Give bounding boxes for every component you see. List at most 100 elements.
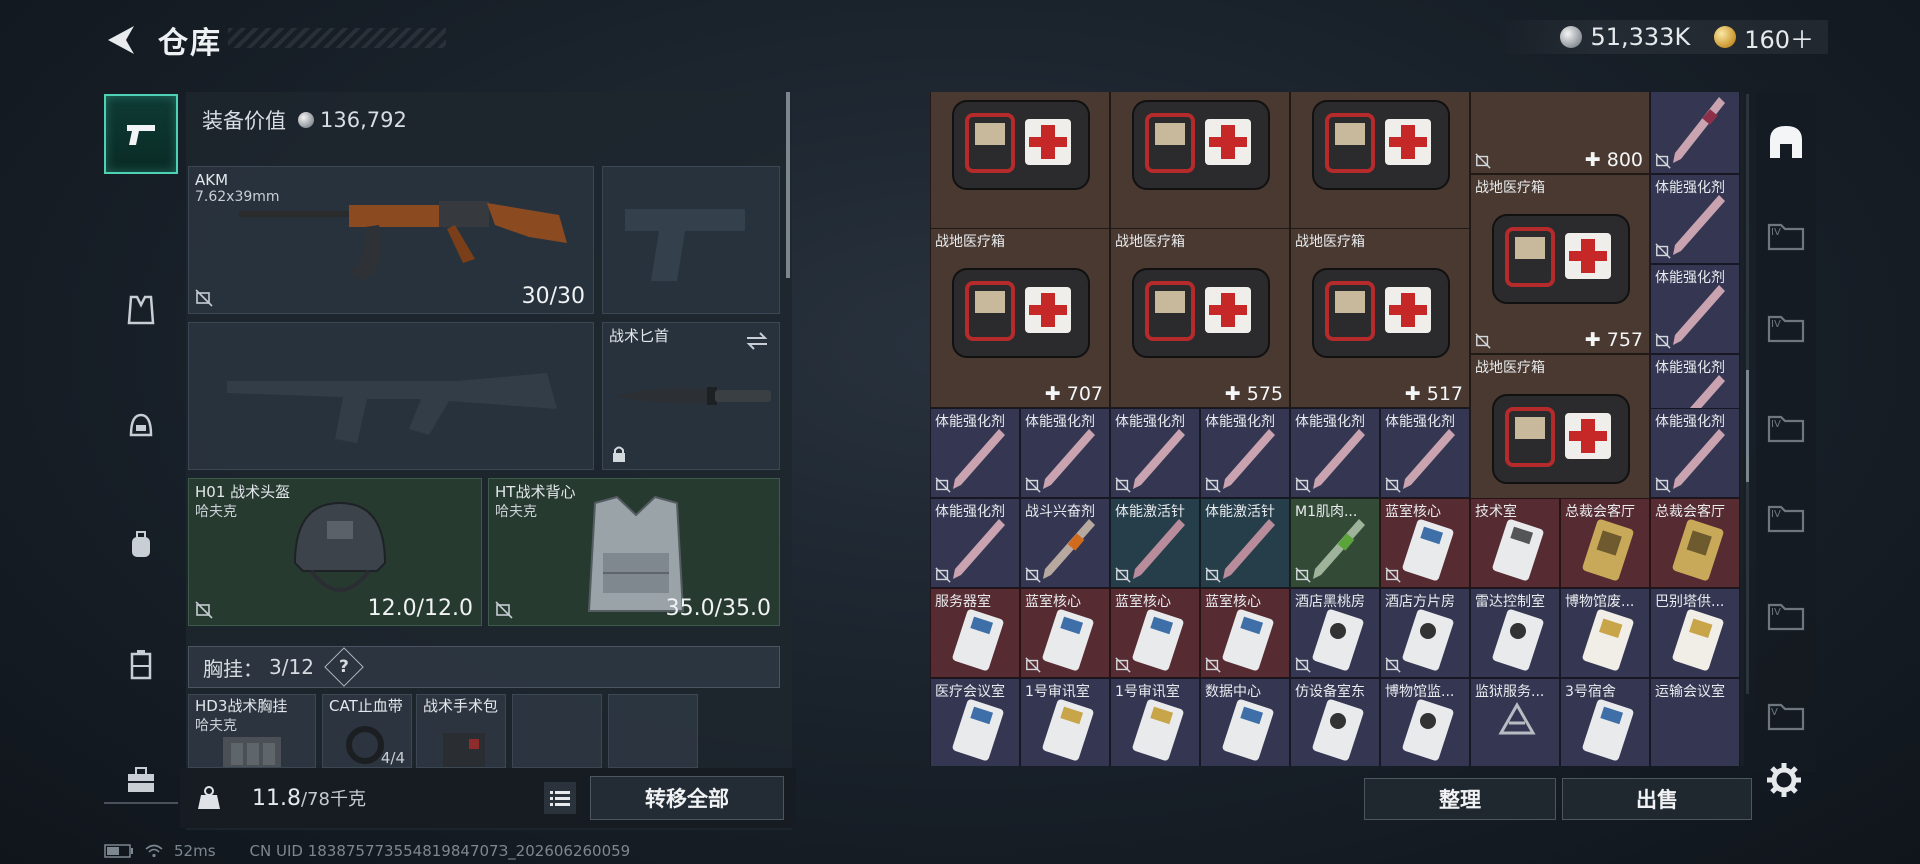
inventory-item[interactable]: 体能强化剂 xyxy=(1650,174,1740,264)
tab-armor[interactable] xyxy=(104,270,178,350)
inventory-item[interactable]: 技术室 xyxy=(1470,498,1560,588)
sell-button[interactable]: 出售 xyxy=(1562,778,1752,820)
swap-icon[interactable] xyxy=(745,331,769,351)
settings-button[interactable] xyxy=(1764,760,1804,800)
inventory-item[interactable]: 总裁会客厅 xyxy=(1650,498,1740,588)
keycard-image xyxy=(1402,519,1454,581)
inventory-item[interactable]: 体能激活针 xyxy=(1110,498,1200,588)
transfer-all-button[interactable]: 转移全部 xyxy=(590,776,784,820)
inventory-item[interactable]: 体能强化剂 xyxy=(1200,408,1290,498)
inventory-item[interactable]: 体能强化剂 xyxy=(1290,408,1380,498)
rig-empty-slot[interactable] xyxy=(512,694,602,768)
armor-name: HT战术背心 xyxy=(495,483,576,501)
injector-image xyxy=(1313,519,1365,579)
inventory-item[interactable]: 战斗兴奋剂 xyxy=(1020,498,1110,588)
no-insurance-icon xyxy=(1295,657,1311,673)
inventory-item[interactable]: 蓝室核心 xyxy=(1380,498,1470,588)
keycard-image xyxy=(1582,609,1634,671)
inventory-item[interactable]: 雷达控制室 xyxy=(1470,588,1560,678)
inventory-item[interactable]: 1号审讯室 xyxy=(1020,678,1110,766)
injector-image xyxy=(1223,429,1275,489)
back-button[interactable] xyxy=(104,22,140,58)
surgery-kit-image xyxy=(443,733,485,767)
silver-currency[interactable]: 51,333K xyxy=(1560,23,1690,51)
inventory-item[interactable]: 1号审讯室 xyxy=(1110,678,1200,766)
inventory-item[interactable]: 战地医疗箱 ✚ 707 xyxy=(930,228,1110,408)
pistol-slot[interactable] xyxy=(602,166,780,314)
inventory-item[interactable]: 3号宿舍 xyxy=(1560,678,1650,766)
no-insurance-icon xyxy=(1025,657,1041,673)
storage-tab-special[interactable]: V xyxy=(1760,686,1812,746)
inventory-item[interactable]: ✚ 800 xyxy=(1470,92,1650,174)
armor-brand: 哈夫克 xyxy=(495,504,537,520)
storage-tab-main[interactable] xyxy=(1760,112,1812,172)
inventory-item[interactable]: 体能强化剂 xyxy=(1650,408,1740,498)
inventory-item[interactable]: 服务器室 xyxy=(930,588,1020,678)
inventory-item[interactable]: 总裁会客厅 xyxy=(1560,498,1650,588)
primary-weapon-slot[interactable]: AKM 7.62x39mm 30/30 xyxy=(188,166,594,314)
inventory-item[interactable]: 运输会议室 xyxy=(1650,678,1740,766)
inventory-item[interactable] xyxy=(1650,92,1740,174)
tab-helmet[interactable] xyxy=(104,386,178,466)
storage-tab[interactable]: IV xyxy=(1760,298,1812,358)
sort-button[interactable]: 整理 xyxy=(1364,778,1556,820)
inventory-item[interactable]: 医疗会议室 xyxy=(930,678,1020,766)
helmet-slot[interactable]: H01 战术头盔 哈夫克 12.0/12.0 xyxy=(188,478,482,626)
storage-tab[interactable]: IV xyxy=(1760,586,1812,646)
list-view-button[interactable] xyxy=(544,782,576,814)
tab-backpack[interactable] xyxy=(104,504,178,584)
inventory-item[interactable]: 博物馆废... xyxy=(1560,588,1650,678)
no-insurance-icon xyxy=(1475,153,1491,169)
armor-slot[interactable]: HT战术背心 哈夫克 35.0/35.0 xyxy=(488,478,780,626)
help-button[interactable]: ? xyxy=(324,647,364,687)
no-insurance-icon xyxy=(1295,477,1311,493)
helmet-name: H01 战术头盔 xyxy=(195,483,291,501)
storage-tab[interactable]: IV xyxy=(1760,398,1812,458)
inventory-item[interactable]: 体能强化剂 xyxy=(1650,264,1740,354)
knife-slot[interactable]: 战术匕首 xyxy=(602,322,780,470)
rig-item-slot[interactable]: 战术手术包 xyxy=(416,694,506,768)
chest-rig-label: 胸挂： xyxy=(203,656,263,681)
keycard-image xyxy=(1042,609,1094,671)
gold-coin-icon xyxy=(1714,26,1737,48)
armor-durability: 35.0/35.0 xyxy=(665,596,771,621)
secondary-weapon-slot[interactable] xyxy=(188,322,594,470)
inventory-item[interactable]: M1肌肉... xyxy=(1290,498,1380,588)
inventory-item[interactable]: 体能强化剂 xyxy=(1110,408,1200,498)
rig-item-slot[interactable]: CAT止血带 4/4 xyxy=(322,694,412,768)
inventory-item[interactable]: 蓝室核心 xyxy=(1200,588,1290,678)
inventory-item[interactable]: 蓝室核心 xyxy=(1110,588,1200,678)
inventory-item[interactable]: 体能强化剂 xyxy=(1020,408,1110,498)
inventory-item[interactable]: 监狱服务... xyxy=(1470,678,1560,766)
gold-currency[interactable]: 160＋ xyxy=(1714,20,1814,55)
tab-weapons[interactable] xyxy=(104,94,178,174)
no-insurance-icon xyxy=(1475,333,1491,349)
tab-container[interactable] xyxy=(104,624,178,704)
inventory-item[interactable]: 酒店方片房 xyxy=(1380,588,1470,678)
inventory-item[interactable]: 数据中心 xyxy=(1200,678,1290,766)
tab-toolbox[interactable] xyxy=(104,740,178,820)
inventory-item[interactable]: 体能强化剂 xyxy=(1380,408,1470,498)
no-insurance-icon xyxy=(1115,477,1131,493)
inventory-item[interactable]: 巴别塔供... xyxy=(1650,588,1740,678)
inventory-item[interactable]: 蓝室核心 xyxy=(1020,588,1110,678)
inventory-item[interactable]: 战地医疗箱 ✚ 575 xyxy=(1110,228,1290,408)
rig-empty-slot[interactable] xyxy=(608,694,698,768)
medkit-image xyxy=(1492,214,1630,304)
rig-item-slot[interactable]: HD3战术胸挂 哈夫克 xyxy=(188,694,316,768)
inventory-item[interactable]: 体能强化剂 xyxy=(930,408,1020,498)
inventory-item[interactable]: 战地医疗箱 ✚ 757 xyxy=(1470,174,1650,354)
gold-amount: 160＋ xyxy=(1744,25,1814,54)
inventory-item[interactable]: 战地医疗箱 ✚ 517 xyxy=(1290,228,1470,408)
inventory-item[interactable]: 博物馆监... xyxy=(1380,678,1470,766)
vest-icon xyxy=(127,295,155,325)
loadout-scrollbar[interactable] xyxy=(786,92,790,278)
knife-image xyxy=(615,387,771,405)
inventory-scroll-thumb[interactable] xyxy=(1746,370,1749,482)
inventory-item[interactable]: 酒店黑桃房 xyxy=(1290,588,1380,678)
inventory-item[interactable]: 体能强化剂 xyxy=(930,498,1020,588)
inventory-item[interactable]: 体能激活针 xyxy=(1200,498,1290,588)
storage-tab[interactable]: IV xyxy=(1760,488,1812,548)
inventory-item[interactable]: 仿设备室东 xyxy=(1290,678,1380,766)
storage-tab[interactable]: IV xyxy=(1760,206,1812,266)
